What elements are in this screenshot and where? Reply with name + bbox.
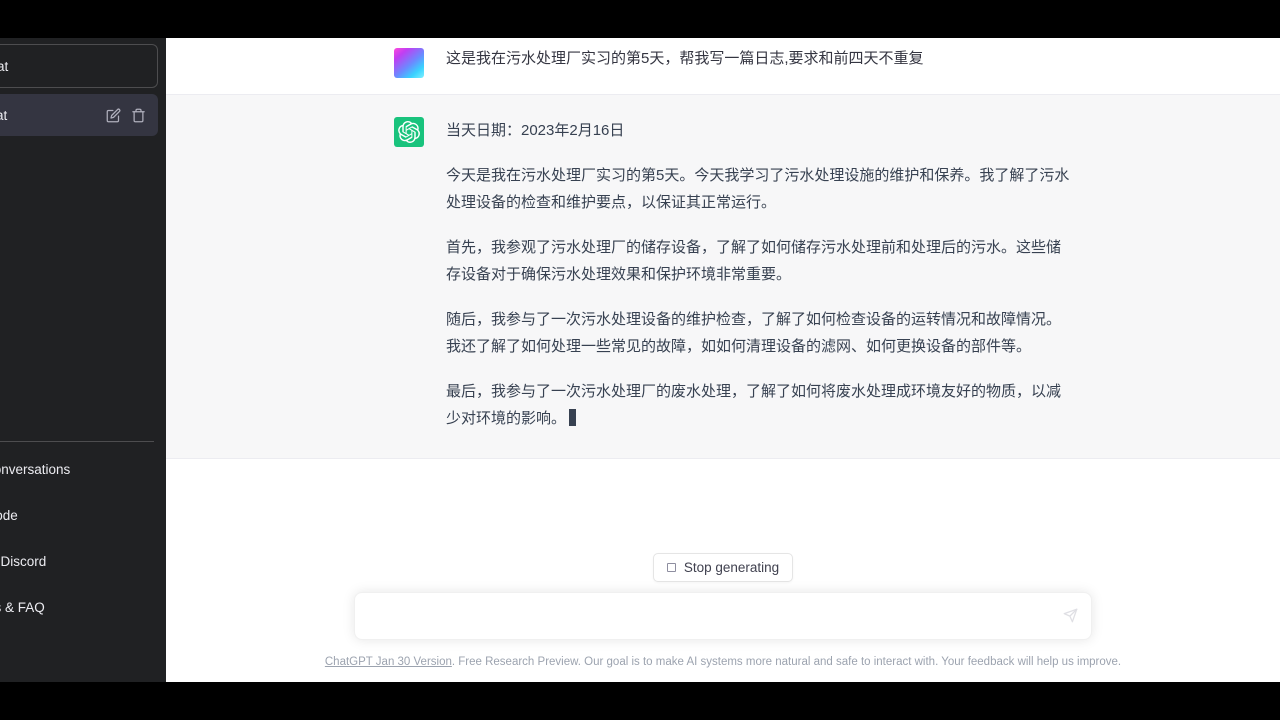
conversation-actions (106, 108, 146, 123)
chatgpt-app: ＋ New chat New chat (0, 38, 1280, 682)
assistant-paragraph-3: 随后，我参与了一次污水处理设备的维护检查，了解了如何检查设备的运转情况和故障情况… (446, 311, 1062, 355)
menu-item-light-mode[interactable]: Light mode (0, 492, 158, 538)
assistant-paragraph-date: 当天日期：2023年2月16日 (446, 122, 625, 139)
stop-generating-row: Stop generating (166, 535, 1280, 592)
menu-item-label: Clear conversations (0, 461, 71, 477)
send-button[interactable] (1059, 606, 1081, 628)
assistant-message-body: 当天日期：2023年2月16日 今天是我在污水处理厂实习的第5天。今天我学习了污… (446, 117, 1256, 432)
prompt-input[interactable] (369, 606, 1047, 629)
menu-item-label: Updates & FAQ (0, 599, 45, 615)
footer-disclaimer-text: . Free Research Preview. Our goal is to … (451, 656, 1122, 668)
menu-item-label: Light mode (0, 507, 18, 523)
main-panel: 这是我在污水处理厂实习的第5天，帮我写一篇日志,要求和前四天不重复 当天日期：2… (166, 38, 1280, 682)
version-link[interactable]: ChatGPT Jan 30 Version (325, 656, 452, 668)
streaming-cursor-icon (569, 409, 577, 426)
stop-generating-label: Stop generating (683, 560, 780, 575)
assistant-paragraph-1: 今天是我在污水处理厂实习的第5天。今天我学习了污水处理设施的维护和保养。我了解了… (446, 167, 1070, 211)
input-wrapper (354, 592, 1092, 640)
input-row (166, 592, 1280, 640)
pencil-icon[interactable] (106, 108, 121, 123)
screen-root: ＋ New chat New chat (0, 0, 1280, 720)
composer: Stop generating ChatGPT Jan 30 Version. … (166, 535, 1280, 682)
menu-item-openai-discord[interactable]: OpenAI Discord (0, 538, 158, 584)
message-thread: 这是我在污水处理厂实习的第5天，帮我写一篇日志,要求和前四天不重复 当天日期：2… (166, 38, 1280, 459)
sidebar: ＋ New chat New chat (0, 38, 166, 682)
sidebar-divider (0, 441, 154, 442)
sidebar-bottom-menu: Clear conversations Light mode (0, 441, 166, 682)
assistant-paragraph-4-text: 最后，我参与了一次污水处理厂的废水处理，了解了如何将废水处理成环境友好的物质，以… (446, 383, 1062, 427)
trash-icon[interactable] (131, 108, 146, 123)
menu-item-log-out[interactable]: Log out (0, 630, 158, 676)
new-chat-label: New chat (0, 58, 9, 74)
new-chat-button[interactable]: ＋ New chat (0, 44, 158, 88)
conversation-list: New chat (0, 94, 166, 136)
letterbox-top (0, 0, 1280, 38)
stop-square-icon (666, 563, 676, 572)
message-user: 这是我在污水处理厂实习的第5天，帮我写一篇日志,要求和前四天不重复 (166, 38, 1280, 94)
user-avatar (394, 48, 424, 78)
message-assistant: 当天日期：2023年2月16日 今天是我在污水处理厂实习的第5天。今天我学习了污… (166, 94, 1280, 459)
send-icon (1063, 608, 1078, 626)
menu-item-label: OpenAI Discord (0, 553, 47, 569)
openai-logo-icon (394, 117, 424, 147)
conversation-title: New chat (0, 107, 8, 123)
user-message-body: 这是我在污水处理厂实习的第5天，帮我写一篇日志,要求和前四天不重复 (446, 48, 1256, 78)
conversation-item-active[interactable]: New chat (0, 94, 158, 136)
assistant-paragraph-2: 首先，我参观了污水处理厂的储存设备，了解了如何储存污水处理前和处理后的污水。这些… (446, 239, 1062, 283)
stop-generating-button[interactable]: Stop generating (652, 553, 794, 582)
menu-item-updates-and-faq[interactable]: Updates & FAQ (0, 584, 158, 630)
letterbox-bottom (0, 682, 1280, 720)
sidebar-top: ＋ New chat (0, 38, 166, 88)
menu-item-clear-conversations[interactable]: Clear conversations (0, 446, 158, 492)
assistant-paragraph-4: 最后，我参与了一次污水处理厂的废水处理，了解了如何将废水处理成环境友好的物质，以… (446, 378, 1074, 432)
footer-disclaimer: ChatGPT Jan 30 Version. Free Research Pr… (166, 640, 1280, 674)
user-message-text: 这是我在污水处理厂实习的第5天，帮我写一篇日志,要求和前四天不重复 (446, 50, 924, 67)
